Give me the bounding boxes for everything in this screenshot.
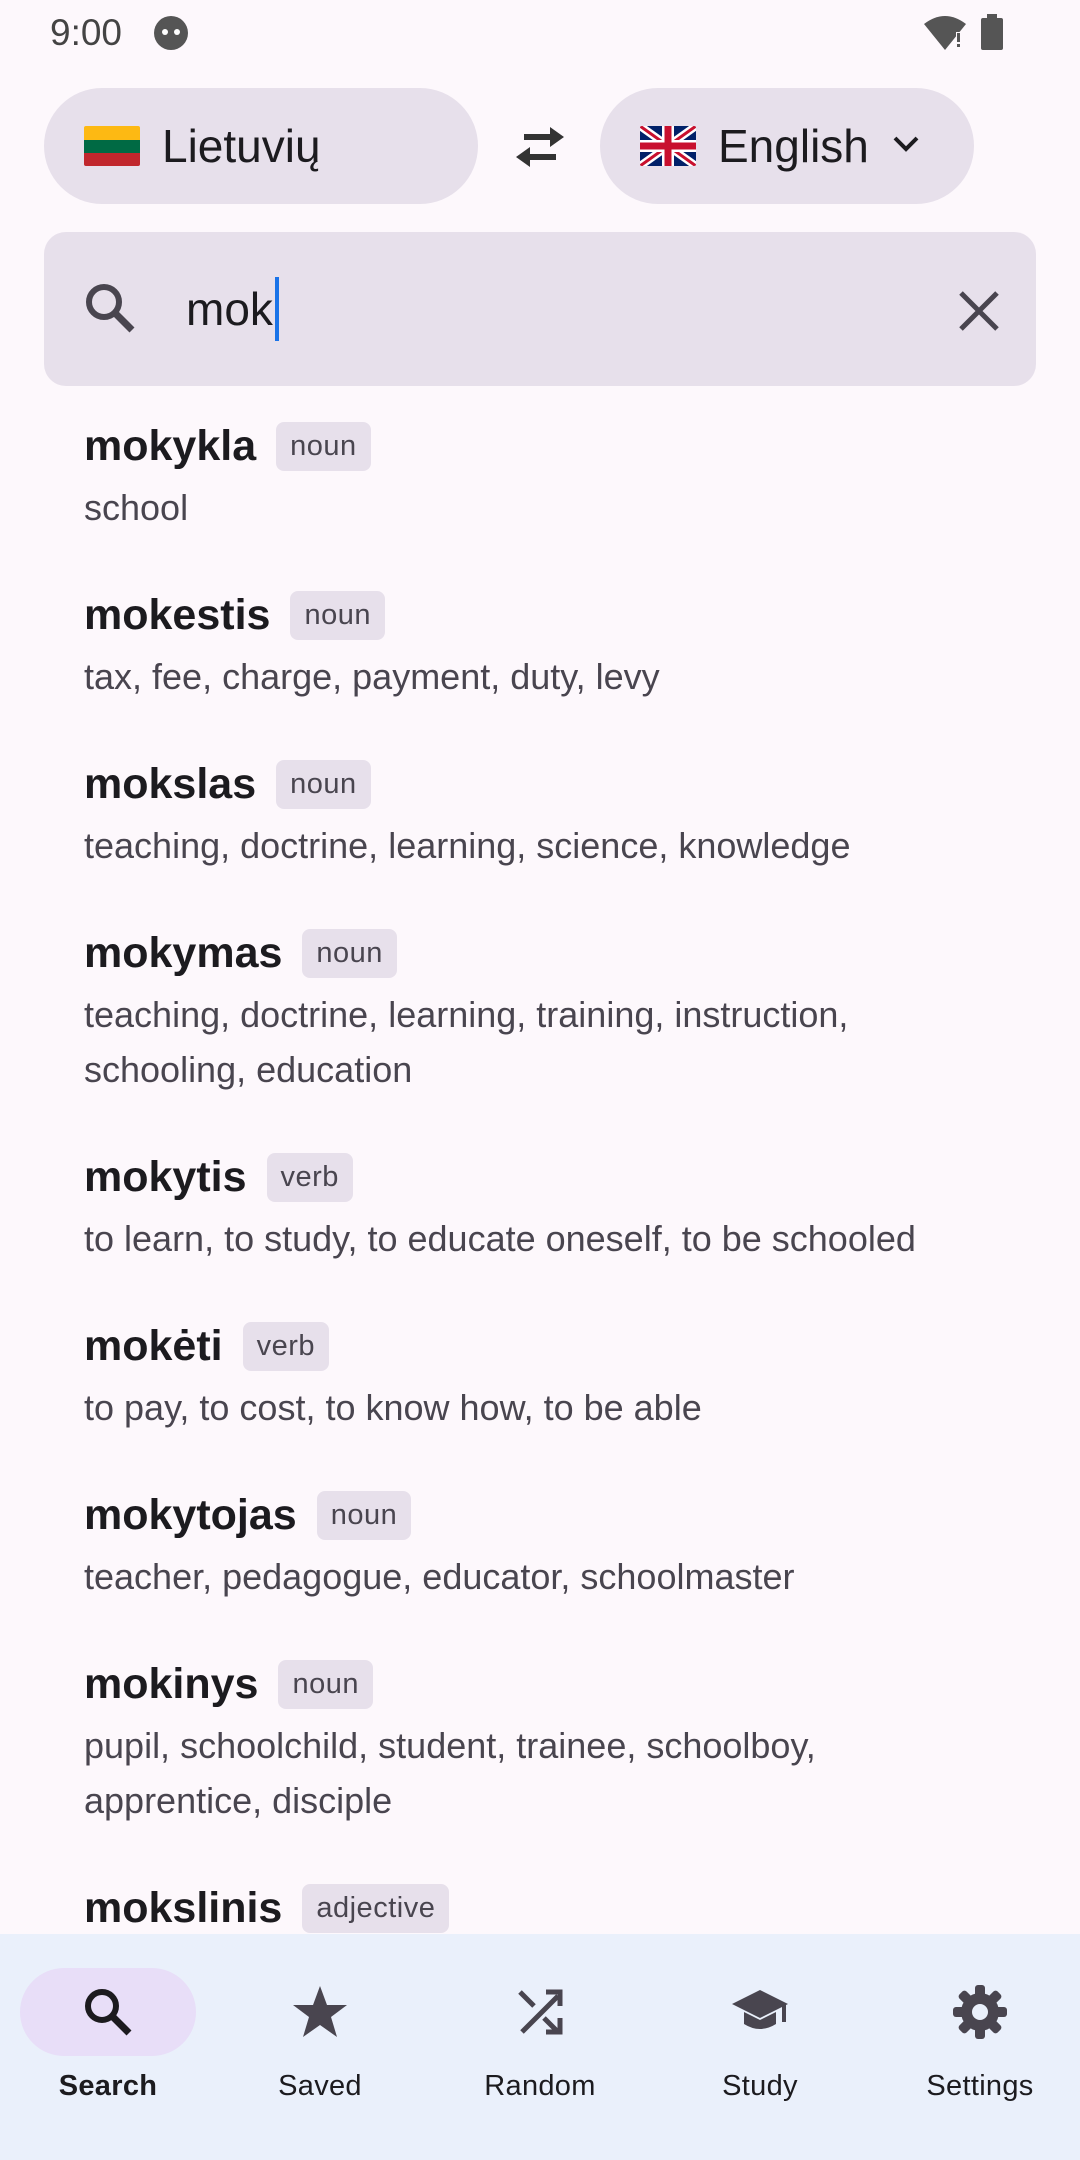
status-bar: 9:00 bbox=[0, 0, 1080, 66]
nav-item-settings[interactable]: Settings bbox=[872, 1968, 1080, 2128]
result-translation: to pay, to cost, to know how, to be able bbox=[84, 1387, 702, 1428]
chevron-down-icon bbox=[891, 134, 921, 159]
result-word: mokėti bbox=[84, 1321, 223, 1370]
nav-item-random[interactable]: Random bbox=[432, 1968, 648, 2128]
part-of-speech-badge: verb bbox=[266, 1152, 353, 1202]
swap-languages-button[interactable] bbox=[500, 112, 580, 182]
result-translation: teaching, doctrine, learning, training, … bbox=[84, 994, 849, 1090]
result-translation: pupil, schoolchild, student, trainee, sc… bbox=[84, 1725, 816, 1821]
result-translation: tax, fee, charge, payment, duty, levy bbox=[84, 656, 660, 697]
part-of-speech-badge: noun bbox=[290, 590, 385, 640]
search-input-text: mok bbox=[186, 283, 273, 335]
list-item[interactable]: mokytis verb to learn, to study, to educ… bbox=[0, 1131, 1080, 1300]
part-of-speech-badge: noun bbox=[276, 421, 371, 471]
nav-item-saved[interactable]: Saved bbox=[212, 1968, 428, 2128]
result-translation: to learn, to study, to educate oneself, … bbox=[84, 1218, 916, 1259]
close-icon bbox=[959, 291, 999, 331]
part-of-speech-badge: noun bbox=[316, 1490, 412, 1540]
list-item[interactable]: mokinys noun pupil, schoolchild, student… bbox=[0, 1638, 1080, 1862]
nav-label-search: Search bbox=[58, 2070, 158, 2102]
list-item[interactable]: mokėti verb to pay, to cost, to know how… bbox=[0, 1300, 1080, 1469]
part-of-speech-badge: noun bbox=[278, 1659, 373, 1709]
text-cursor bbox=[274, 277, 279, 341]
android-app-icon bbox=[152, 14, 190, 57]
nav-label-saved: Saved bbox=[278, 2070, 362, 2102]
nav-label-settings: Settings bbox=[926, 2070, 1034, 2102]
search-icon bbox=[80, 278, 140, 343]
result-word: mokytojas bbox=[84, 1490, 297, 1539]
swap-icon bbox=[516, 127, 564, 167]
list-item[interactable]: mokykla noun school bbox=[0, 400, 1080, 569]
search-icon bbox=[85, 1989, 132, 2036]
part-of-speech-badge: verb bbox=[242, 1321, 330, 1371]
source-language-selector[interactable]: Lietuvių bbox=[44, 88, 478, 204]
source-language-label: Lietuvių bbox=[162, 120, 321, 172]
result-word: mokymas bbox=[84, 928, 283, 977]
part-of-speech-badge: noun bbox=[276, 759, 371, 809]
result-word: mokinys bbox=[84, 1659, 259, 1708]
list-item[interactable]: mokymas noun teaching, doctrine, learnin… bbox=[0, 907, 1080, 1131]
part-of-speech-badge: noun bbox=[302, 928, 397, 978]
nav-item-search[interactable]: Search bbox=[0, 1968, 216, 2128]
nav-label-random: Random bbox=[484, 2070, 596, 2102]
graduation-cap-icon bbox=[732, 1990, 788, 2029]
target-language-label: English bbox=[718, 120, 869, 172]
part-of-speech-badge: adjective bbox=[302, 1883, 450, 1933]
target-language-selector[interactable]: English bbox=[600, 88, 974, 204]
lithuania-flag-icon bbox=[84, 126, 140, 166]
shuffle-icon bbox=[518, 1989, 563, 2035]
gear-icon bbox=[953, 1985, 1007, 2039]
result-translation: school bbox=[84, 487, 189, 528]
clear-search-button[interactable] bbox=[944, 276, 1014, 346]
wifi-icon bbox=[922, 14, 968, 57]
bottom-navigation: Search Saved Random Study Settings bbox=[0, 1934, 1080, 2160]
nav-item-study[interactable]: Study bbox=[652, 1968, 868, 2128]
battery-icon bbox=[980, 14, 1004, 57]
star-icon bbox=[293, 1986, 347, 2037]
result-word: mokestis bbox=[84, 590, 271, 639]
result-translation: teaching, doctrine, learning, science, k… bbox=[84, 825, 851, 866]
result-word: mokslas bbox=[84, 759, 257, 808]
result-word: mokykla bbox=[84, 421, 257, 470]
list-item[interactable]: mokestis noun tax, fee, charge, payment,… bbox=[0, 569, 1080, 738]
result-translation: teacher, pedagogue, educator, schoolmast… bbox=[84, 1556, 795, 1597]
list-item[interactable]: mokslas noun teaching, doctrine, learnin… bbox=[0, 738, 1080, 907]
search-input[interactable]: mok bbox=[186, 272, 946, 346]
result-word: mokytis bbox=[84, 1152, 247, 1201]
nav-label-study: Study bbox=[722, 2070, 798, 2102]
result-word: mokslinis bbox=[84, 1883, 283, 1932]
list-item[interactable]: mokslinis adjective bbox=[0, 1862, 1080, 1934]
uk-flag-icon bbox=[640, 126, 696, 166]
list-item[interactable]: mokytojas noun teacher, pedagogue, educa… bbox=[0, 1469, 1080, 1638]
results-list[interactable]: mokykla noun school mokestis noun tax, f… bbox=[0, 400, 1080, 1934]
status-time: 9:00 bbox=[50, 12, 123, 53]
search-field[interactable]: mok bbox=[44, 232, 1036, 386]
